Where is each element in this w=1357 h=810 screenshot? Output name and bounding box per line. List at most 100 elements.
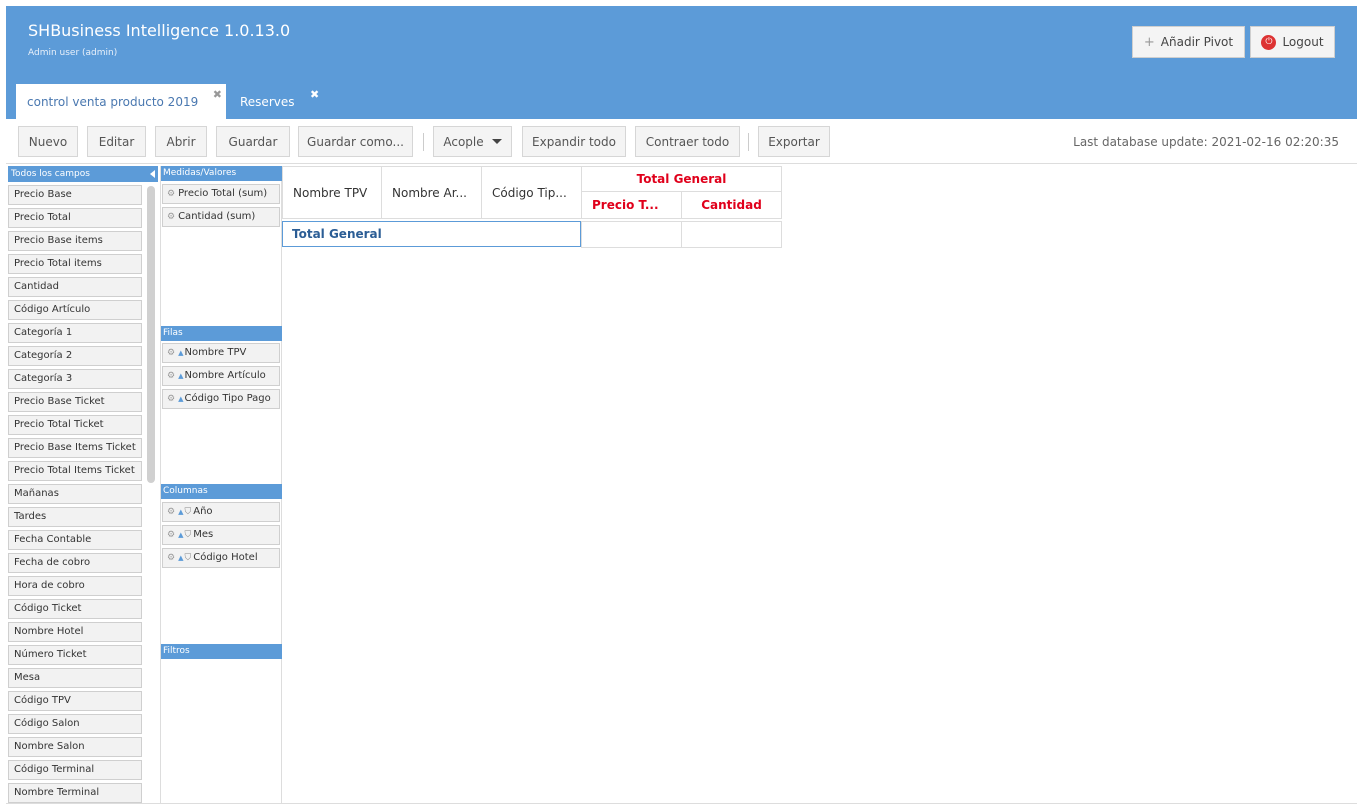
field-item[interactable]: Precio Base Items Ticket xyxy=(8,438,142,458)
tab-control-venta[interactable]: control venta producto 2019 ✖ xyxy=(16,84,226,119)
field-item[interactable]: Mañanas xyxy=(8,484,142,504)
field-item[interactable]: Precio Base items xyxy=(8,231,142,251)
row-field-item[interactable]: ⚙ ▲Código Tipo Pago xyxy=(162,389,280,409)
field-item[interactable]: Número Ticket xyxy=(8,645,142,665)
field-item[interactable]: Nombre Salon xyxy=(8,737,142,757)
sort-asc-icon[interactable]: ▲ xyxy=(178,554,183,562)
field-item[interactable]: Precio Total items xyxy=(8,254,142,274)
measure-item[interactable]: ⚙ Cantidad (sum) xyxy=(162,207,280,227)
gear-icon[interactable]: ⚙ xyxy=(167,553,175,563)
total-general-column-header: Total General xyxy=(581,166,782,192)
total-cantidad-cell xyxy=(681,221,782,248)
gear-icon[interactable]: ⚙ xyxy=(167,189,175,199)
measure-label: Cantidad (sum) xyxy=(178,211,256,222)
filter-icon[interactable]: ⛉ xyxy=(184,507,191,517)
collapse-arrow-icon[interactable] xyxy=(150,170,155,178)
measure-header-cantidad[interactable]: Cantidad xyxy=(681,191,782,219)
field-item[interactable]: Código Salon xyxy=(8,714,142,734)
page-bottom-border xyxy=(6,803,1357,804)
close-icon[interactable]: ✖ xyxy=(213,88,222,101)
row-field-item[interactable]: ⚙ ▲Nombre Artículo xyxy=(162,366,280,386)
total-general-row-header: Total General xyxy=(282,221,581,247)
column-field-label: Año xyxy=(193,506,213,517)
row-header-codigo-tipo[interactable]: Código Tip... xyxy=(481,166,582,219)
field-item[interactable]: Tardes xyxy=(8,507,142,527)
field-item[interactable]: Precio Total xyxy=(8,208,142,228)
field-item[interactable]: Código TPV xyxy=(8,691,142,711)
gear-icon[interactable]: ⚙ xyxy=(167,371,175,381)
abrir-button[interactable]: Abrir xyxy=(155,126,207,157)
field-item[interactable]: Código Ticket xyxy=(8,599,142,619)
field-item[interactable]: Categoría 3 xyxy=(8,369,142,389)
field-item[interactable]: Código Artículo xyxy=(8,300,142,320)
guardar-button[interactable]: Guardar xyxy=(216,126,290,157)
acople-label: Acople xyxy=(443,134,484,149)
app-header: SHBusiness Intelligence 1.0.13.0 Admin u… xyxy=(6,6,1357,119)
measure-header-precio-total[interactable]: Precio T... xyxy=(581,191,682,219)
filtros-zone-header: Filtros xyxy=(161,644,282,659)
logout-label: Logout xyxy=(1282,35,1324,49)
field-item[interactable]: Categoría 2 xyxy=(8,346,142,366)
guardar-como-button[interactable]: Guardar como... xyxy=(298,126,413,157)
field-item[interactable]: Hora de cobro xyxy=(8,576,142,596)
sort-asc-icon[interactable]: ▲ xyxy=(178,508,183,516)
row-field-label: Código Tipo Pago xyxy=(184,393,271,404)
editar-button[interactable]: Editar xyxy=(87,126,146,157)
measure-label: Precio Total (sum) xyxy=(178,188,268,199)
close-icon[interactable]: ✖ xyxy=(310,88,319,101)
row-header-nombre-tpv[interactable]: Nombre TPV xyxy=(282,166,382,219)
toolbar-divider xyxy=(748,133,749,151)
tab-label: Reserves xyxy=(240,94,295,109)
gear-icon[interactable]: ⚙ xyxy=(167,530,175,540)
app-title: SHBusiness Intelligence 1.0.13.0 xyxy=(28,21,291,40)
row-field-item[interactable]: ⚙ ▲Nombre TPV xyxy=(162,343,280,363)
sort-asc-icon[interactable]: ▲ xyxy=(178,395,183,403)
measure-item[interactable]: ⚙ Precio Total (sum) xyxy=(162,184,280,204)
sort-asc-icon[interactable]: ▲ xyxy=(178,372,183,380)
add-pivot-button[interactable]: + Añadir Pivot xyxy=(1132,26,1245,58)
column-field-item[interactable]: ⚙ ▲⛉ Código Hotel xyxy=(162,548,280,568)
exportar-button[interactable]: Exportar xyxy=(758,126,830,157)
field-item[interactable]: Precio Total Ticket xyxy=(8,415,142,435)
field-item[interactable]: Código Terminal xyxy=(8,760,142,780)
filter-icon[interactable]: ⛉ xyxy=(184,530,191,540)
toolbar-divider xyxy=(423,133,424,151)
row-header-nombre-articulo[interactable]: Nombre Ar... xyxy=(381,166,482,219)
sort-asc-icon[interactable]: ▲ xyxy=(178,349,183,357)
field-item[interactable]: Fecha de cobro xyxy=(8,553,142,573)
plus-icon: + xyxy=(1143,34,1155,50)
gear-icon[interactable]: ⚙ xyxy=(167,507,175,517)
field-item[interactable]: Precio Base Ticket xyxy=(8,392,142,412)
field-item[interactable]: Nombre Hotel xyxy=(8,622,142,642)
last-update-text: Last database update: 2021-02-16 02:20:3… xyxy=(1073,135,1339,149)
row-field-label: Nombre TPV xyxy=(184,347,247,358)
contraer-todo-button[interactable]: Contraer todo xyxy=(635,126,740,157)
tab-label: control venta producto 2019 xyxy=(27,94,199,109)
expandir-todo-button[interactable]: Expandir todo xyxy=(522,126,626,157)
logout-button[interactable]: ⏻ Logout xyxy=(1250,26,1335,58)
acople-dropdown[interactable]: Acople xyxy=(433,126,512,157)
fields-panel-header[interactable]: Todos los campos xyxy=(8,166,158,182)
field-item[interactable]: Cantidad xyxy=(8,277,142,297)
fields-panel: Todos los campos Precio Base Precio Tota… xyxy=(8,166,158,803)
gear-icon[interactable]: ⚙ xyxy=(167,212,175,222)
field-item[interactable]: Categoría 1 xyxy=(8,323,142,343)
fields-panel-title: Todos los campos xyxy=(11,169,90,179)
gear-icon[interactable]: ⚙ xyxy=(167,394,175,404)
field-item[interactable]: Nombre Terminal xyxy=(8,783,142,803)
pivot-zones: Medidas/Valores ⚙ Precio Total (sum) ⚙ Can… xyxy=(160,166,282,803)
power-icon: ⏻ xyxy=(1261,34,1277,50)
column-field-item[interactable]: ⚙ ▲⛉ Mes xyxy=(162,525,280,545)
field-item[interactable]: Precio Base xyxy=(8,185,142,205)
sort-asc-icon[interactable]: ▲ xyxy=(178,531,183,539)
gear-icon[interactable]: ⚙ xyxy=(167,348,175,358)
fields-scrollbar[interactable] xyxy=(147,186,155,483)
nuevo-button[interactable]: Nuevo xyxy=(18,126,78,157)
tab-reserves[interactable]: Reserves ✖ xyxy=(232,84,332,119)
field-item[interactable]: Mesa xyxy=(8,668,142,688)
field-item[interactable]: Fecha Contable xyxy=(8,530,142,550)
filter-icon[interactable]: ⛉ xyxy=(184,553,191,563)
field-item[interactable]: Precio Total Items Ticket xyxy=(8,461,142,481)
filas-zone-header: Filas xyxy=(161,326,282,341)
column-field-item[interactable]: ⚙ ▲⛉ Año xyxy=(162,502,280,522)
